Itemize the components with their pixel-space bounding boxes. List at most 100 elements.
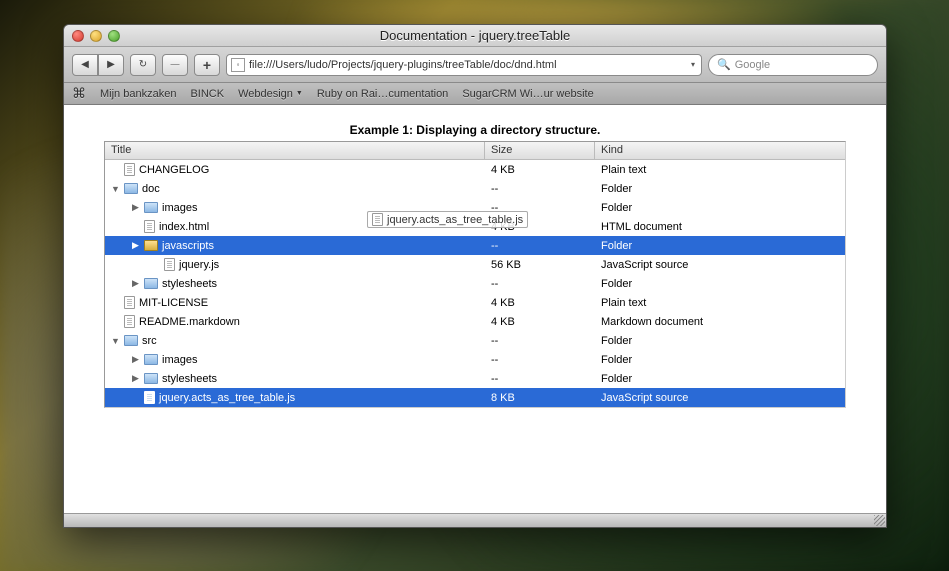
row-kind: Markdown document [595,316,845,328]
row-name: src [142,335,157,347]
search-placeholder: Google [735,59,770,71]
row-name: jquery.js [179,259,219,271]
row-name: images [162,202,197,214]
table-row[interactable]: CHANGELOG 4 KBPlain text [105,160,845,179]
titlebar[interactable]: Documentation - jquery.treeTable [64,25,886,47]
row-name: CHANGELOG [139,164,209,176]
bookmark-item[interactable]: SugarCRM Wi…ur website [462,88,593,100]
search-icon: 🔍 [717,58,731,71]
tree-table: Title Size Kind CHANGELOG4 KBPlain text▼… [104,141,846,408]
table-row[interactable]: ▶ images --Folder [105,198,845,217]
row-name: doc [142,183,160,195]
example-caption: Example 1: Displaying a directory struct… [104,123,846,137]
row-name: index.html [159,221,209,233]
bookmark-item[interactable]: Ruby on Rai…cumentation [317,88,448,100]
expander-icon[interactable]: ▶ [131,373,140,384]
bookmarks-icon[interactable]: ⌘ [72,85,86,102]
row-kind: Folder [595,278,845,290]
file-icon [164,258,175,271]
bookmarks-bar: ⌘ Mijn bankzaken BINCK Webdesign▼ Ruby o… [64,83,886,105]
search-input[interactable]: 🔍 Google [708,54,878,76]
table-row[interactable]: README.markdown4 KBMarkdown document [105,312,845,331]
bookmark-item[interactable]: Webdesign▼ [238,88,303,100]
file-icon [144,391,155,404]
table-row[interactable]: ▶ stylesheets --Folder [105,274,845,293]
folder-icon [144,240,158,251]
row-size: 4 KB [485,164,595,176]
row-kind: JavaScript source [595,259,845,271]
url-dropdown-icon[interactable]: ▾ [689,60,697,69]
row-kind: Folder [595,183,845,195]
traffic-lights [64,30,120,42]
folder-icon [124,335,138,346]
file-icon [144,220,155,233]
row-kind: Plain text [595,297,845,309]
row-kind: HTML document [595,221,845,233]
expander-icon[interactable]: ▶ [131,240,140,251]
expander-icon[interactable]: ▼ [111,184,120,194]
table-row[interactable]: ▼ doc --Folder [105,179,845,198]
url-text: file:///Users/ludo/Projects/jquery-plugi… [249,59,557,71]
expander-icon[interactable]: ▶ [131,278,140,289]
table-row[interactable]: jquery.acts_as_tree_table.js 8 KBJavaScri… [105,388,845,407]
file-icon [124,163,135,176]
folder-icon [124,183,138,194]
row-name: jquery.acts_as_tree_table.js [159,392,295,404]
table-row[interactable]: index.html 4 KBHTML document [105,217,845,236]
folder-icon [144,278,158,289]
row-size: -- [485,278,595,290]
table-row[interactable]: ▶javascripts--Folder [105,236,845,255]
bookmark-item[interactable]: BINCK [190,88,224,100]
browser-window: Documentation - jquery.treeTable ◀ ▶ ↻ ⎯… [63,24,887,528]
row-size: -- [485,202,595,214]
statusbar [64,513,886,527]
page-favicon-icon: ◦ [231,58,245,72]
table-header: Title Size Kind [105,142,845,160]
table-row[interactable]: ▼src--Folder [105,331,845,350]
table-row[interactable]: MIT-LICENSE 4 KBPlain text [105,293,845,312]
row-kind: Folder [595,354,845,366]
table-row[interactable]: ▶images--Folder [105,350,845,369]
window-title: Documentation - jquery.treeTable [64,28,886,43]
expander-icon[interactable]: ▼ [111,336,120,346]
row-name: stylesheets [162,373,217,385]
toolbar: ◀ ▶ ↻ ⎯⎯ + ◦ file:///Users/ludo/Projects… [64,47,886,83]
row-kind: Folder [595,240,845,252]
row-kind: Folder [595,373,845,385]
back-button[interactable]: ◀ [72,54,98,76]
chevron-down-icon: ▼ [296,90,303,97]
minimize-icon[interactable] [90,30,102,42]
row-kind: JavaScript source [595,392,845,404]
reload-button[interactable]: ↻ [130,54,156,76]
row-kind: Folder [595,202,845,214]
add-bookmark-button[interactable]: + [194,54,220,76]
forward-button[interactable]: ▶ [98,54,124,76]
actions-button[interactable]: ⎯⎯ [162,54,188,76]
row-name: stylesheets [162,278,217,290]
expander-icon[interactable]: ▶ [131,202,140,213]
row-size: 4 KB [485,297,595,309]
column-header-title[interactable]: Title [105,142,485,159]
table-row[interactable]: ▶ stylesheets --Folder [105,369,845,388]
table-row[interactable]: jquery.js 56 KBJavaScript source [105,255,845,274]
row-size: -- [485,183,595,195]
row-size: 4 KB [485,221,595,233]
file-icon [124,296,135,309]
url-bar[interactable]: ◦ file:///Users/ludo/Projects/jquery-plu… [226,54,702,76]
column-header-size[interactable]: Size [485,142,595,159]
expander-icon[interactable]: ▶ [131,354,140,365]
row-size: 8 KB [485,392,595,404]
column-header-kind[interactable]: Kind [595,142,845,159]
close-icon[interactable] [72,30,84,42]
row-name: MIT-LICENSE [139,297,208,309]
folder-icon [144,354,158,365]
bookmark-item[interactable]: Mijn bankzaken [100,88,176,100]
row-kind: Plain text [595,164,845,176]
row-size: -- [485,373,595,385]
row-size: -- [485,335,595,347]
zoom-icon[interactable] [108,30,120,42]
row-name: javascripts [162,240,214,252]
row-size: 56 KB [485,259,595,271]
row-name: images [162,354,197,366]
file-icon [124,315,135,328]
